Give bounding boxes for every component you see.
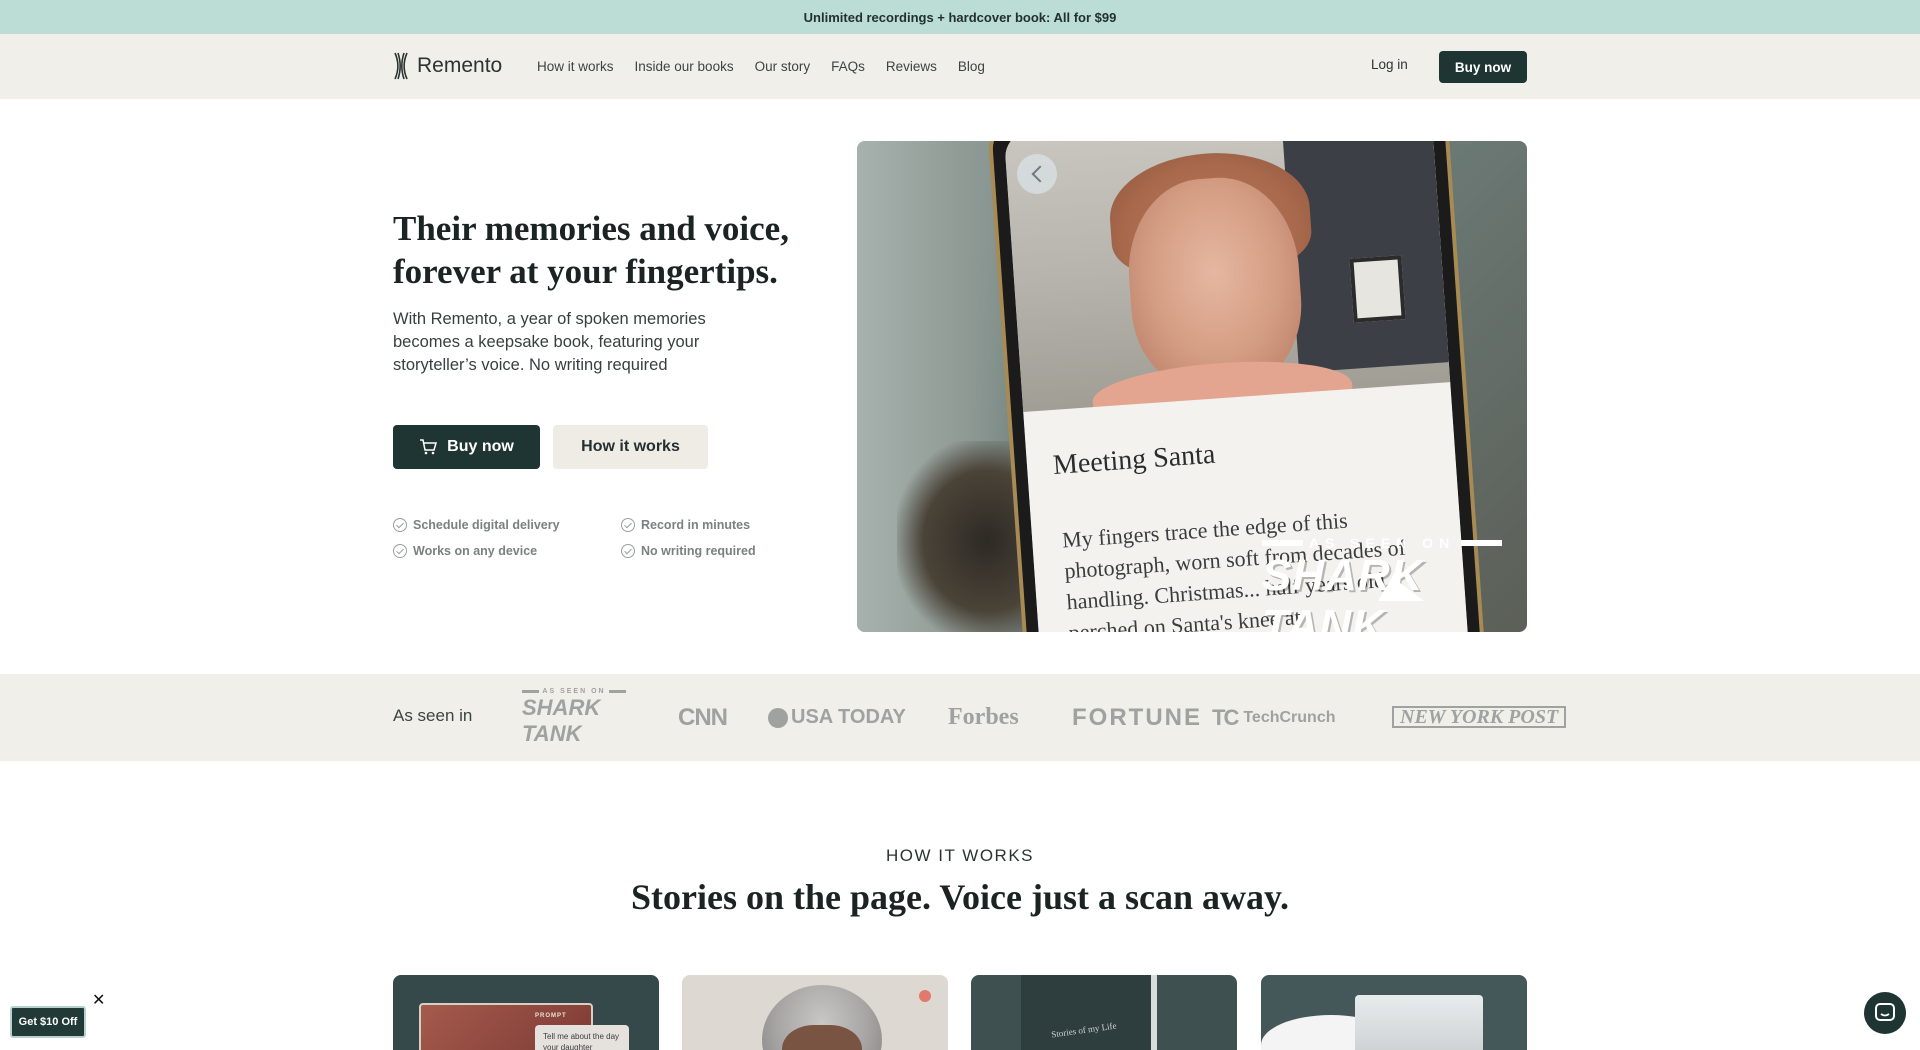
nav-inside-our-books[interactable]: Inside our books [635,59,734,74]
record-dot-icon [919,990,931,1002]
step-card-book: Stories of my Life [971,975,1237,1050]
main-nav: How it works Inside our books Our story … [537,34,985,99]
check-circle-icon [393,544,407,558]
hero-title-line1: Their memories and voice, [393,209,789,248]
hero-buy-now-button[interactable]: Buy now [393,425,540,469]
step-card-scan [1261,975,1527,1050]
step-card-record [682,975,948,1050]
press-usa-text: USA TODAY [791,706,906,728]
header-buy-now-button[interactable]: Buy now [1439,51,1527,83]
site-header: Remento How it works Inside our books Ou… [0,34,1920,99]
check-circle-icon [393,518,407,532]
feature-item: Record in minutes [621,518,793,532]
nav-reviews[interactable]: Reviews [886,59,937,74]
press-logo-cnn: CNN [678,703,728,731]
promo-discount-button[interactable]: Get $10 Off [10,1006,86,1038]
prompt-label: PROMPT [535,1013,567,1019]
book-cover [1021,975,1151,1050]
how-it-works-eyebrow: HOW IT WORKS [885,846,1034,865]
feature-label: Schedule digital delivery [413,518,560,532]
feature-item: Schedule digital delivery [393,518,621,532]
announcement-text: Unlimited recordings + hardcover book: A… [803,9,1117,25]
nav-blog[interactable]: Blog [958,59,985,74]
how-it-works-cards: PROMPT Tell me about the day your daught… [393,975,1527,1050]
prompt-bubble: Tell me about the day your daughter [535,1025,629,1050]
logo-text: Remento [417,54,503,77]
story-title: Meeting Santa [1051,438,1217,481]
nav-faqs[interactable]: FAQs [831,59,865,74]
shark-tank-badge: AS SEEN ON SHARK TANK [1262,535,1503,632]
press-logo-new-york-post: NEW YORK POST [1392,706,1567,728]
picture-frame [1349,255,1406,323]
press-label: As seen in [393,706,473,725]
promo-close-icon[interactable]: ✕ [92,990,105,1010]
press-logo-fortune: FORTUNE [1072,703,1202,731]
remento-logo-icon [394,52,408,80]
usa-today-dot-icon [768,707,788,728]
shark-fin-icon [1378,557,1424,601]
hero-subtitle: With Remento, a year of spoken memories … [393,310,706,374]
techcrunch-mark: TC [1212,704,1239,730]
check-circle-icon [621,518,635,532]
press-logo-usa-today: USA TODAY [768,674,906,761]
check-circle-icon [621,544,635,558]
press-logo-shark-tank: AS SEEN ON SHARK TANK [522,674,626,761]
how-it-works-title: Stories on the page. Voice just a scan a… [630,877,1290,917]
nav-our-story[interactable]: Our story [755,59,811,74]
chat-icon [1875,1003,1895,1021]
hero-buy-now-label: Buy now [447,438,514,455]
press-shark-small: AS SEEN ON [542,688,606,695]
cart-icon [420,439,438,455]
press-bar: As seen in AS SEEN ON SHARK TANK CNN USA… [0,674,1920,761]
shark-tank-badge-top: AS SEEN ON [1262,535,1503,551]
hero-title: Their memories and voice, forever at you… [393,207,833,293]
announcement-bar: Unlimited recordings + hardcover book: A… [0,0,1920,34]
shark-tank-badge-top-text: AS SEEN ON [1308,535,1456,551]
feature-item: Works on any device [393,544,621,558]
feature-list: Schedule digital delivery Record in minu… [393,518,793,558]
hero-how-it-works-button[interactable]: How it works [553,425,708,469]
techcrunch-text: TechCrunch [1243,708,1336,726]
press-logo-techcrunch: TC TechCrunch [1212,674,1335,761]
step-card-prompt: PROMPT Tell me about the day your daught… [393,975,659,1050]
press-shark-big: SHARK TANK [522,695,601,746]
logo[interactable]: Remento [393,52,502,80]
nav-how-it-works[interactable]: How it works [537,59,614,74]
feature-item: No writing required [621,544,793,558]
feature-label: No writing required [641,544,756,558]
press-logo-forbes: Forbes [948,704,1019,730]
feature-label: Record in minutes [641,518,751,532]
feature-label: Works on any device [413,544,538,558]
hero-title-line2: forever at your fingertips. [393,252,778,291]
chevron-left-icon[interactable] [1017,154,1057,194]
video-screen [1355,995,1483,1050]
chat-widget-button[interactable] [1864,992,1906,1034]
hero-video[interactable]: Meeting Santa My fingers trace the edge … [857,141,1527,632]
login-link[interactable]: Log in [1371,57,1408,72]
